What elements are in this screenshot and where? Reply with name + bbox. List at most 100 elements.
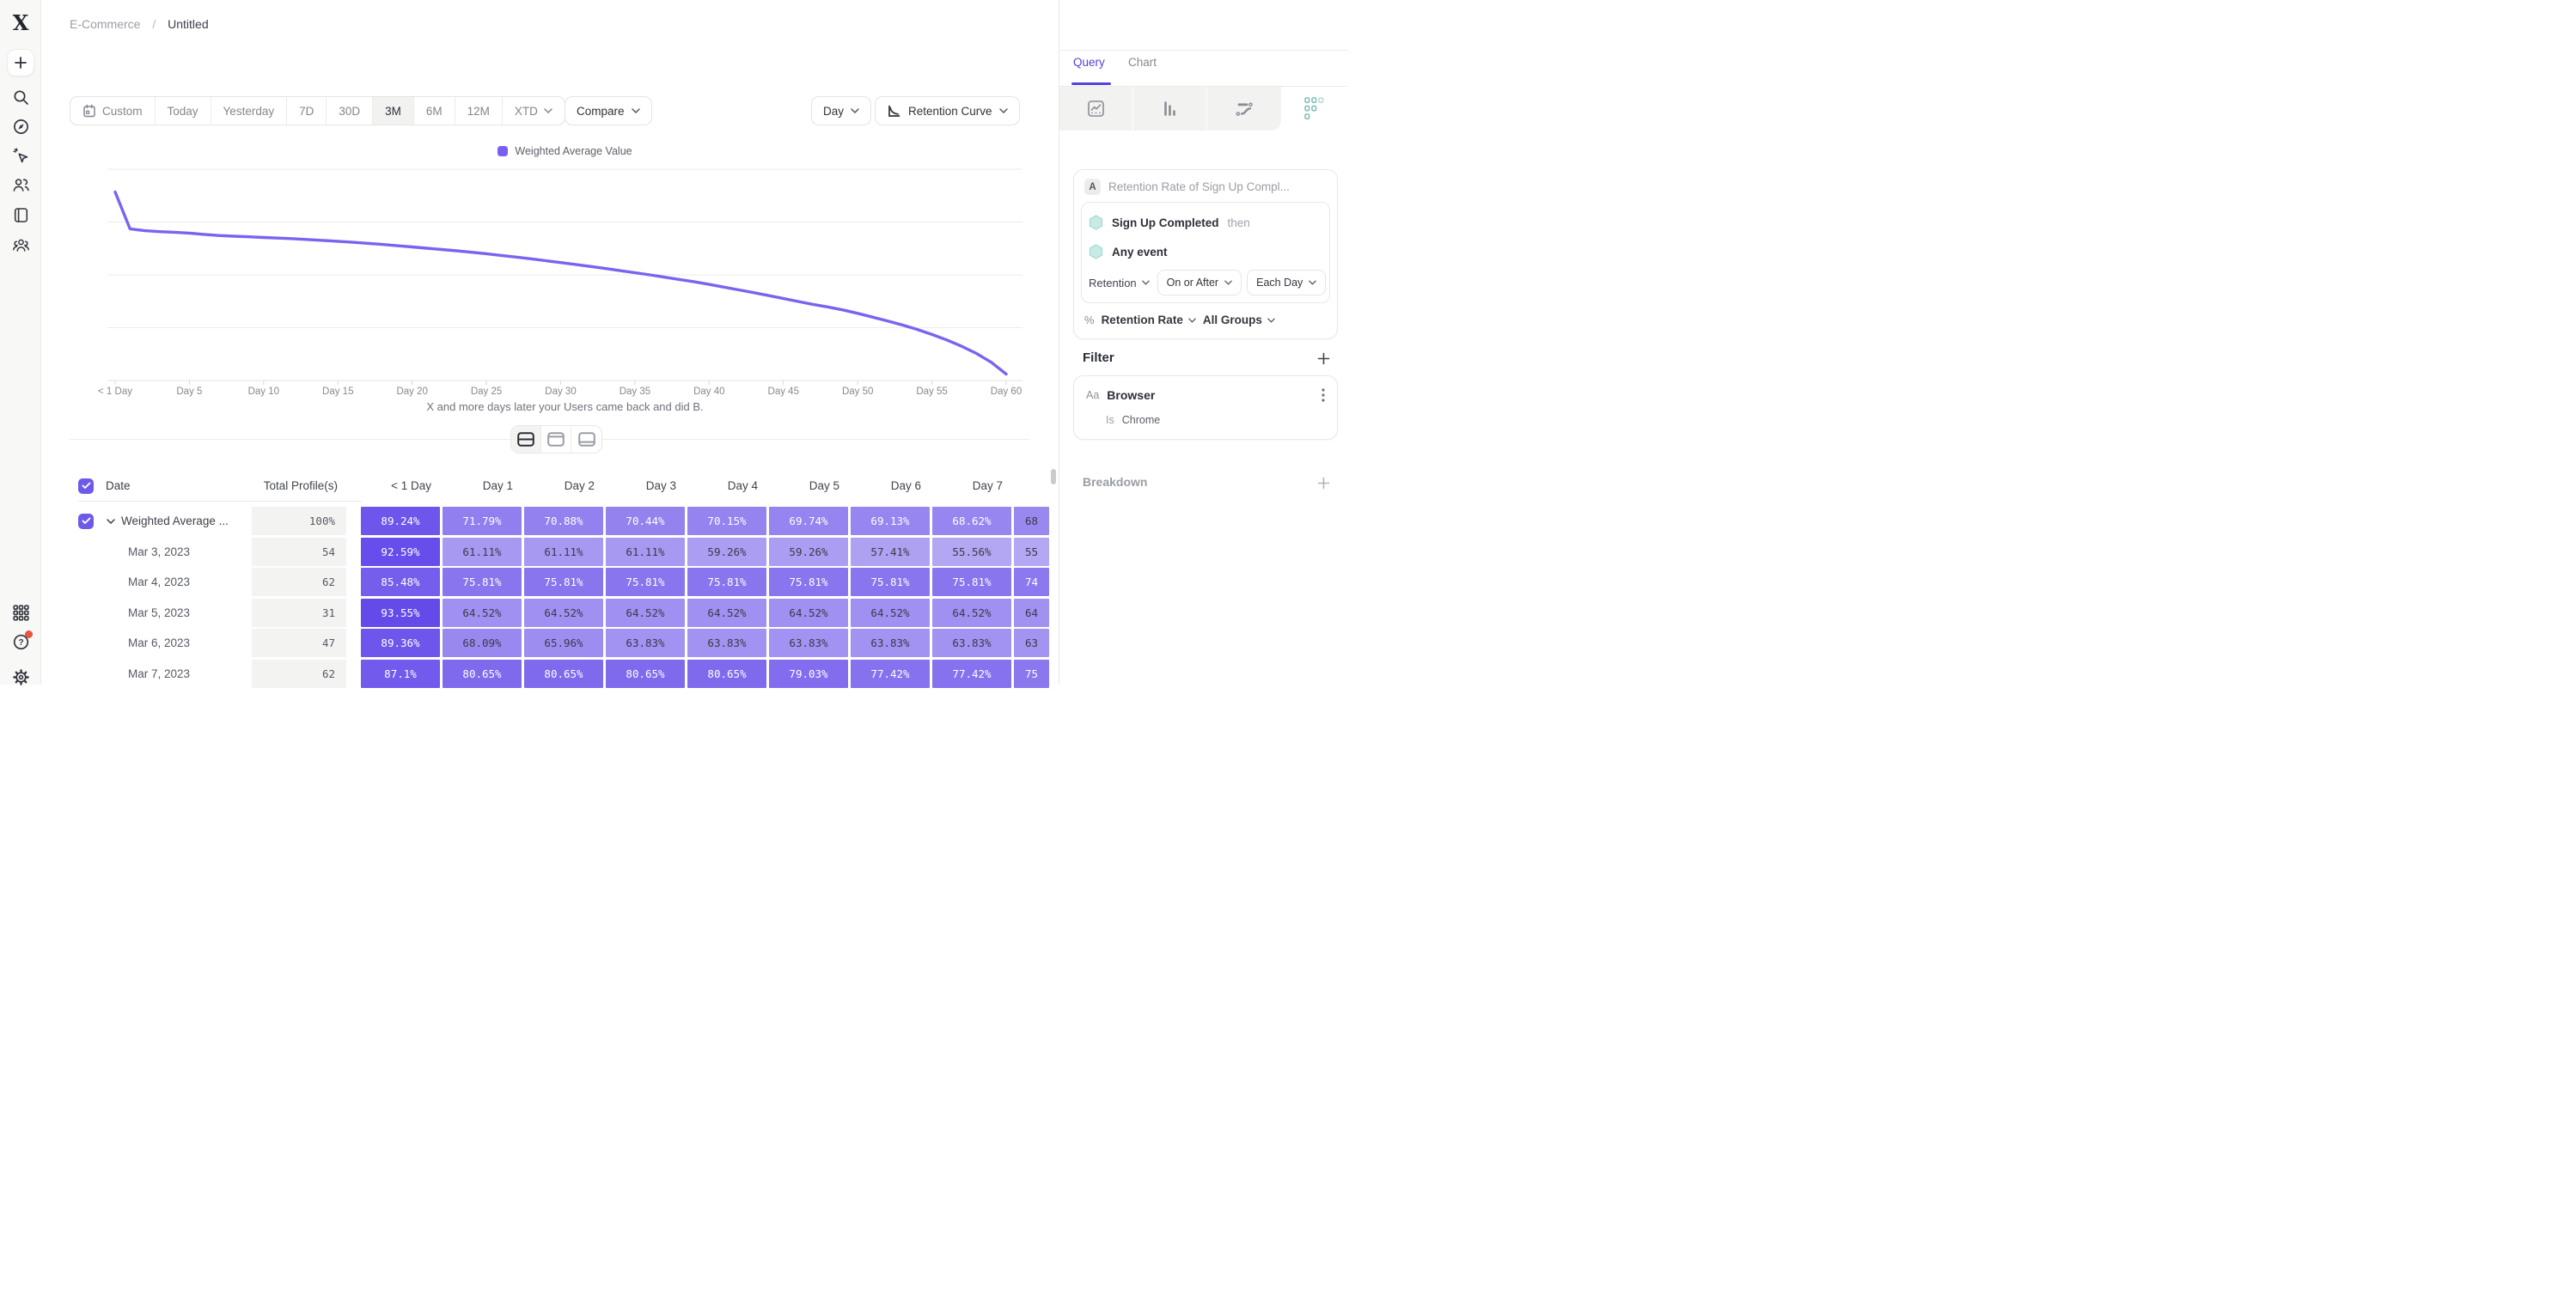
total-cell: 54 [252, 538, 346, 566]
groups-dropdown[interactable]: All Groups [1203, 314, 1275, 326]
chart-type-line-icon[interactable] [1059, 87, 1133, 131]
col-header: Day 5 [769, 479, 848, 492]
layout-chart-only-icon[interactable] [541, 426, 571, 453]
chevron-down-icon [632, 108, 640, 113]
range-xtd[interactable]: XTD [503, 97, 565, 125]
x-tick-label: < 1 Day [83, 387, 147, 397]
chevron-down-icon [999, 108, 1008, 113]
filter-value[interactable]: Chrome [1122, 414, 1160, 426]
help-icon[interactable]: ? [12, 633, 30, 651]
retention-cell: 75.81% [606, 568, 685, 596]
interval-dropdown[interactable]: Each Day [1247, 270, 1326, 295]
breadcrumb-parent[interactable]: E-Commerce [70, 17, 140, 31]
view-mode-dropdown[interactable]: Retention Curve [875, 96, 1020, 125]
compare-button[interactable]: Compare [565, 96, 652, 125]
create-button[interactable] [7, 49, 34, 76]
tab-query[interactable]: Query [1073, 56, 1105, 69]
col-header: Day 1 [443, 479, 522, 492]
layout-table-only-icon[interactable] [571, 426, 601, 453]
checkbox-checked[interactable] [78, 478, 94, 494]
table-scrollbar[interactable] [1051, 469, 1056, 484]
window-dropdown[interactable]: On or After [1157, 270, 1242, 295]
table-row[interactable]: Mar 5, 20233193.55%64.52%64.52%64.52%64.… [78, 599, 1049, 627]
chevron-down-icon [544, 108, 552, 113]
breadcrumb-current[interactable]: Untitled [168, 17, 208, 31]
table-row[interactable]: Mar 7, 20236287.1%80.65%80.65%80.65%80.6… [78, 660, 1049, 688]
header-divider [78, 501, 362, 502]
filter-property[interactable]: Browser [1107, 388, 1314, 402]
range-label: Today [168, 105, 198, 118]
notification-dot [25, 630, 33, 638]
cursor-click-icon[interactable] [12, 147, 30, 165]
retention-cell: 55.56% [932, 538, 1011, 566]
app-logo-icon[interactable]: X [8, 10, 34, 36]
filter-operator[interactable]: Is [1106, 414, 1114, 426]
legend-label: Weighted Average Value [515, 145, 632, 157]
event-step[interactable]: Any event [1089, 240, 1322, 270]
event-name[interactable]: Sign Up Completed [1112, 216, 1219, 229]
tab-chart[interactable]: Chart [1128, 56, 1157, 69]
retention-table: DateTotal Profile(s)< 1 DayDay 1Day 2Day… [78, 474, 1049, 690]
add-filter-icon[interactable] [1317, 352, 1330, 365]
range-custom[interactable]: Custom [70, 97, 156, 125]
granularity-dropdown[interactable]: Day [811, 96, 871, 125]
range-12m[interactable]: 12M [455, 97, 503, 125]
range-3m[interactable]: 3M [373, 97, 414, 125]
retention-cell: 89.24% [361, 507, 440, 535]
measure-dropdown[interactable]: Retention Rate [1102, 314, 1196, 326]
range-today[interactable]: Today [156, 97, 211, 125]
table-row[interactable]: Weighted Average ...100%89.24%71.79%70.8… [78, 507, 1049, 535]
range-yesterday[interactable]: Yesterday [211, 97, 288, 125]
apps-grid-icon[interactable] [12, 604, 30, 622]
total-cell: 47 [252, 629, 346, 657]
row-label: Mar 5, 2023 [128, 606, 190, 619]
retention-cell: 75.81% [769, 568, 848, 596]
checkbox-checked[interactable] [78, 514, 94, 529]
range-6m[interactable]: 6M [414, 97, 455, 125]
retention-cell: 75.81% [851, 568, 930, 596]
search-icon[interactable] [12, 88, 30, 107]
row-label: Mar 7, 2023 [128, 667, 190, 680]
breadcrumb: E-Commerce / Untitled [70, 17, 209, 31]
expand-chevron-icon[interactable] [107, 519, 115, 524]
add-breakdown-icon[interactable] [1317, 477, 1330, 490]
range-label: 12M [467, 105, 490, 118]
chart-legend[interactable]: Weighted Average Value [107, 145, 1022, 157]
col-header-total: Total Profile(s) [252, 479, 346, 492]
range-7d[interactable]: 7D [287, 97, 327, 125]
query-badge: A [1084, 179, 1101, 195]
audience-group-icon[interactable] [12, 236, 30, 254]
retention-cell: 85.48% [361, 568, 440, 596]
retention-cell: 64.52% [606, 599, 685, 627]
event-step[interactable]: Sign Up Completed then [1089, 211, 1322, 240]
breadcrumb-separator: / [152, 17, 156, 31]
layout-toggle-group [510, 425, 602, 454]
kebab-menu-icon[interactable] [1322, 388, 1325, 402]
users-icon[interactable] [12, 176, 30, 194]
table-row[interactable]: Mar 6, 20234789.36%68.09%65.96%63.83%63.… [78, 629, 1049, 657]
event-name[interactable]: Any event [1112, 246, 1168, 259]
notebook-icon[interactable] [12, 206, 30, 224]
filter-card[interactable]: Aa Browser Is Chrome [1073, 375, 1338, 440]
retention-chart[interactable] [107, 168, 1022, 385]
layout-split-icon[interactable] [511, 426, 541, 453]
x-tick-label: Day 50 [826, 387, 889, 397]
window-label: On or After [1167, 277, 1218, 289]
table-row[interactable]: Mar 4, 20236285.48%75.81%75.81%75.81%75.… [78, 568, 1049, 596]
chart-type-retention-grid-icon[interactable] [1281, 87, 1348, 131]
chart-type-flow-icon[interactable] [1207, 87, 1281, 131]
retention-cell: 70.88% [524, 507, 603, 535]
range-30d[interactable]: 30D [327, 97, 373, 125]
table-row[interactable]: Mar 3, 20235492.59%61.11%61.11%61.11%59.… [78, 538, 1049, 566]
query-title[interactable]: Retention Rate of Sign Up Compl... [1108, 180, 1290, 193]
chart-type-bar-icon[interactable] [1133, 87, 1207, 131]
settings-gear-icon[interactable] [12, 668, 30, 686]
query-card: A Retention Rate of Sign Up Compl... Sig… [1073, 169, 1338, 339]
measure-label: Retention Rate [1102, 314, 1183, 326]
explore-compass-icon[interactable] [12, 118, 30, 136]
retention-type-dropdown[interactable]: Retention [1089, 277, 1152, 289]
retention-cell: 75.81% [443, 568, 522, 596]
col-header-date: Date [101, 479, 252, 492]
x-tick-label: Day 55 [900, 387, 964, 397]
date-range-picker: Custom Today Yesterday7D30D3M6M 12M XTD [70, 96, 565, 125]
